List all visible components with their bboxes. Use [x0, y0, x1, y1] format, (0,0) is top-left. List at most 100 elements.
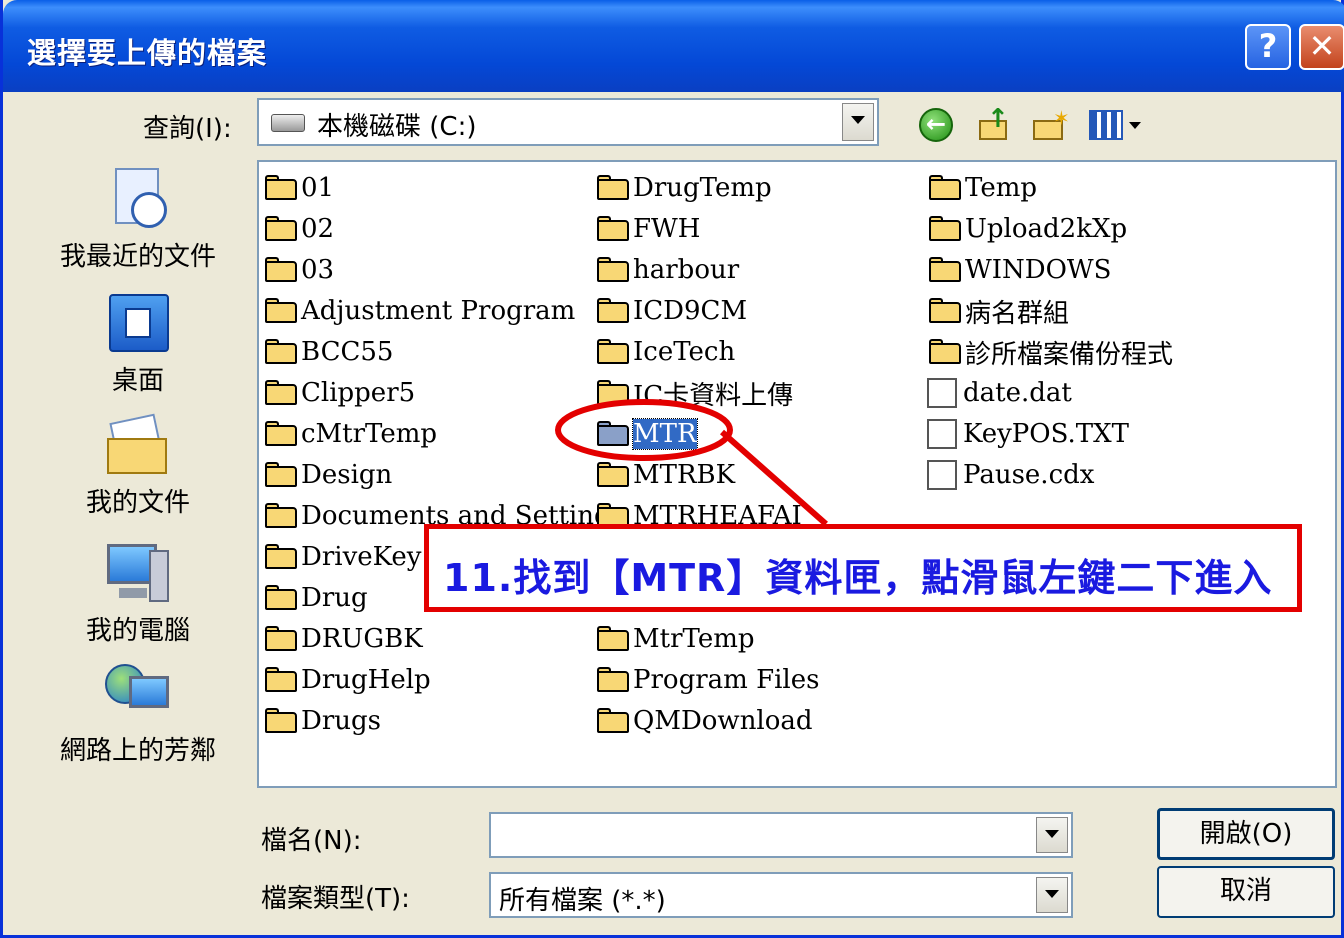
- filetype-select[interactable]: 所有檔案 (*.*): [489, 872, 1073, 918]
- folder-item[interactable]: Drugs: [263, 703, 381, 739]
- item-label: harbour: [633, 255, 740, 285]
- item-label: WINDOWS: [965, 255, 1112, 285]
- folder-item[interactable]: MtrTemp: [595, 621, 755, 657]
- item-label: Temp: [965, 173, 1038, 203]
- item-label: Adjustment Program: [301, 296, 576, 326]
- folder-item[interactable]: Design: [263, 457, 392, 493]
- item-label: IceTech: [633, 337, 736, 367]
- folder-item[interactable]: Program Files: [595, 662, 819, 698]
- folder-item[interactable]: 03: [263, 252, 334, 288]
- help-button[interactable]: ?: [1245, 24, 1291, 70]
- folder-icon: [263, 585, 299, 611]
- file-icon: [927, 460, 957, 490]
- folder-item[interactable]: WINDOWS: [927, 252, 1111, 288]
- chevron-down-icon[interactable]: [842, 103, 874, 141]
- filename-label: 檔名(N):: [261, 826, 362, 856]
- folder-item[interactable]: IC卡資料上傳: [595, 375, 793, 411]
- view-menu-icon[interactable]: [1089, 110, 1143, 142]
- file-icon: [927, 419, 957, 449]
- folder-item[interactable]: ICD9CM: [595, 293, 747, 329]
- place-label: 我的文件: [85, 488, 190, 518]
- folder-icon: [927, 339, 963, 365]
- place-label: 我的電腦: [85, 616, 190, 646]
- place-my-computer[interactable]: 我的電腦: [43, 540, 233, 647]
- folder-icon: [263, 380, 299, 406]
- filetype-label: 檔案類型(T):: [261, 884, 410, 914]
- place-label: 桌面: [111, 366, 164, 396]
- folder-icon: [263, 339, 299, 365]
- title-bar[interactable]: 選擇要上傳的檔案 ? ✕: [3, 0, 1344, 92]
- folder-icon: [263, 544, 299, 570]
- folder-icon: [595, 175, 631, 201]
- folder-item[interactable]: Upload2kXp: [927, 211, 1127, 247]
- item-label: 診所檔案備份程式: [965, 339, 1174, 370]
- folder-item[interactable]: 病名群組: [927, 293, 1069, 329]
- close-button[interactable]: ✕: [1299, 24, 1344, 70]
- item-label: MTRBK: [633, 460, 736, 490]
- folder-item[interactable]: Clipper5: [263, 375, 415, 411]
- folder-icon: [595, 257, 631, 283]
- folder-item[interactable]: DrugHelp: [263, 662, 431, 698]
- filetype-value: 所有檔案 (*.*): [499, 886, 666, 916]
- item-label: Upload2kXp: [965, 214, 1128, 244]
- file-dialog: 選擇要上傳的檔案 ? ✕ 查詢(I): 本機磁碟 (C:) ← ↑ ✶ 我最近的…: [0, 0, 1344, 938]
- recent-documents-icon: [103, 166, 173, 236]
- place-network[interactable]: 網路上的芳鄰: [43, 660, 233, 767]
- folder-item[interactable]: QMDownload: [595, 703, 813, 739]
- file-item[interactable]: date.dat: [927, 375, 1072, 411]
- folder-item[interactable]: Adjustment Program: [263, 293, 575, 329]
- place-recent[interactable]: 我最近的文件: [43, 166, 233, 273]
- folder-icon: [927, 175, 963, 201]
- item-label: MtrTemp: [633, 624, 755, 654]
- folder-item[interactable]: DriveKey: [263, 539, 421, 575]
- folder-item[interactable]: 01: [263, 170, 334, 206]
- cancel-button[interactable]: 取消: [1157, 866, 1335, 918]
- folder-item[interactable]: MTRBK: [595, 457, 735, 493]
- folder-icon: [263, 503, 299, 529]
- folder-icon: [263, 298, 299, 324]
- folder-icon: [263, 421, 299, 447]
- annotation-text: 11.找到【MTR】資料匣，點滑鼠左鍵二下進入: [443, 556, 1273, 600]
- place-my-documents[interactable]: 我的文件: [43, 412, 233, 519]
- open-button[interactable]: 開啟(O): [1157, 808, 1335, 860]
- file-item[interactable]: KeyPOS.TXT: [927, 416, 1129, 452]
- up-folder-icon[interactable]: ↑: [975, 104, 1011, 144]
- file-item[interactable]: Pause.cdx: [927, 457, 1094, 493]
- folder-item[interactable]: cMtrTemp: [263, 416, 437, 452]
- item-label: BCC55: [301, 337, 394, 367]
- folder-item[interactable]: 診所檔案備份程式: [927, 334, 1173, 370]
- item-label: 02: [301, 214, 335, 244]
- folder-item[interactable]: IceTech: [595, 334, 735, 370]
- folder-item[interactable]: DrugTemp: [595, 170, 772, 206]
- folder-icon: [263, 257, 299, 283]
- my-documents-icon: [103, 412, 173, 482]
- folder-item[interactable]: MTR: [595, 416, 698, 452]
- back-icon[interactable]: ←: [919, 108, 953, 142]
- network-icon: [103, 660, 173, 730]
- folder-item[interactable]: 02: [263, 211, 334, 247]
- filename-field[interactable]: [489, 812, 1073, 858]
- folder-item[interactable]: FWH: [595, 211, 700, 247]
- lookin-combo[interactable]: 本機磁碟 (C:): [257, 98, 879, 146]
- folder-item[interactable]: Drug: [263, 580, 368, 616]
- item-label: 03: [301, 255, 335, 285]
- chevron-down-icon[interactable]: [1036, 817, 1068, 853]
- chevron-down-icon[interactable]: [1036, 877, 1068, 913]
- item-label: Drugs: [301, 706, 382, 736]
- folder-icon: [595, 380, 631, 406]
- new-folder-icon[interactable]: ✶: [1031, 106, 1070, 144]
- file-list[interactable]: 01 02 03 Adjustment Program BCC55 Clipper5 cMt…: [257, 160, 1337, 788]
- item-label: date.dat: [963, 378, 1072, 408]
- annotation-callout: 11.找到【MTR】資料匣，點滑鼠左鍵二下進入: [424, 524, 1302, 612]
- place-desktop[interactable]: 桌面: [43, 290, 233, 397]
- item-label: FWH: [633, 214, 701, 244]
- item-label: Pause.cdx: [963, 460, 1095, 490]
- folder-item[interactable]: DRUGBK: [263, 621, 423, 657]
- folder-icon: [263, 462, 299, 488]
- folder-item[interactable]: Temp: [927, 170, 1037, 206]
- item-label: DrugTemp: [633, 173, 772, 203]
- file-icon: [927, 378, 957, 408]
- folder-item[interactable]: harbour: [595, 252, 739, 288]
- folder-item[interactable]: BCC55: [263, 334, 393, 370]
- item-label: DRUGBK: [301, 624, 423, 654]
